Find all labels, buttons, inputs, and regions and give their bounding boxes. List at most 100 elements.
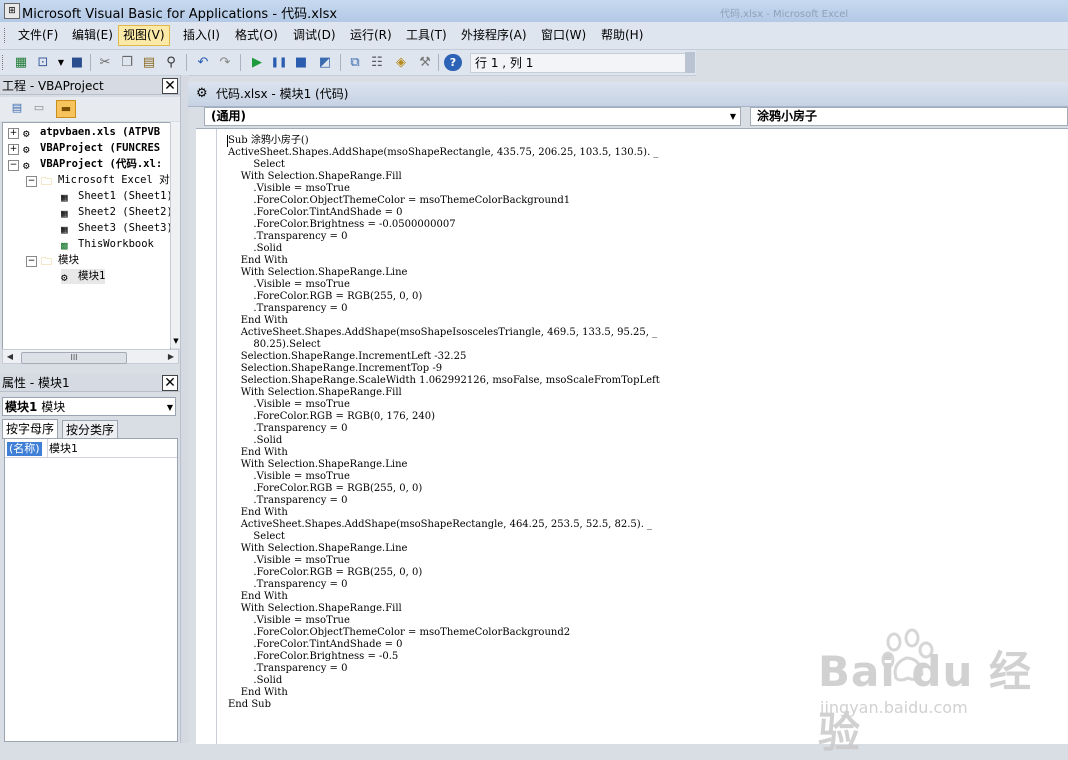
code-line[interactable]: .ForeColor.ObjectThemeColor = msoThemeCo…: [228, 195, 660, 207]
cut-icon[interactable]: ✂: [96, 54, 114, 71]
code-line[interactable]: .ForeColor.RGB = RGB(255, 0, 0): [228, 567, 660, 579]
code-line[interactable]: .Visible = msoTrue: [228, 399, 660, 411]
code-line[interactable]: .Transparency = 0: [228, 495, 660, 507]
code-line[interactable]: With Selection.ShapeRange.Line: [228, 543, 660, 555]
tab-alphabetic[interactable]: 按字母序: [2, 419, 59, 439]
property-value-cell[interactable]: 模块1: [49, 442, 78, 456]
insert-module-icon[interactable]: ⊡: [34, 54, 52, 71]
toolbox-icon[interactable]: ⚒: [416, 54, 434, 71]
code-line[interactable]: End Sub: [228, 699, 660, 711]
menu-addins[interactable]: 外接程序(A): [457, 26, 531, 45]
tree-item-funcres[interactable]: ⚙ VBAProject (FUNCRES: [23, 141, 160, 156]
tree-item-thisworkbook[interactable]: ▩ ThisWorkbook: [61, 237, 154, 252]
code-line[interactable]: End With: [228, 315, 660, 327]
redo-icon[interactable]: ↷: [216, 54, 234, 71]
code-line[interactable]: .ForeColor.Brightness = -0.0500000007: [228, 219, 660, 231]
design-mode-icon[interactable]: ◩: [316, 54, 334, 71]
copy-icon[interactable]: ❐: [118, 54, 136, 71]
menu-format[interactable]: 格式(O): [231, 26, 282, 45]
tree-item-module1[interactable]: ⚙ 模块1: [61, 269, 106, 284]
object-browser-icon[interactable]: ◈: [392, 54, 410, 71]
code-line[interactable]: With Selection.ShapeRange.Line: [228, 267, 660, 279]
code-line[interactable]: With Selection.ShapeRange.Fill: [228, 171, 660, 183]
code-line[interactable]: .Transparency = 0: [228, 579, 660, 591]
code-line[interactable]: .ForeColor.RGB = RGB(255, 0, 0): [228, 483, 660, 495]
code-line[interactable]: Selection.ShapeRange.IncrementTop -9: [228, 363, 660, 375]
menu-grip[interactable]: [4, 28, 8, 43]
scroll-right-icon[interactable]: ▶: [165, 350, 177, 363]
scroll-left-icon[interactable]: ◀: [4, 350, 16, 363]
code-line[interactable]: Selection.ShapeRange.ScaleWidth 1.062992…: [228, 375, 660, 387]
menu-tools[interactable]: 工具(T): [402, 26, 451, 45]
toolbar-overflow[interactable]: [685, 52, 695, 73]
find-icon[interactable]: ⚲: [162, 54, 180, 71]
menu-view[interactable]: 视图(V): [118, 25, 170, 46]
properties-object-select[interactable]: 模块1 模块 ▼: [2, 397, 176, 416]
code-line[interactable]: .ForeColor.TintAndShade = 0: [228, 207, 660, 219]
view-object-icon[interactable]: ▭: [30, 100, 48, 116]
project-tree-hscroll[interactable]: ◀ III ▶: [2, 349, 179, 364]
code-line[interactable]: Select: [228, 159, 660, 171]
scroll-thumb[interactable]: III: [21, 352, 127, 364]
run-icon[interactable]: ▶: [248, 54, 266, 71]
code-line[interactable]: .Transparency = 0: [228, 303, 660, 315]
code-line[interactable]: .Solid: [228, 675, 660, 687]
code-line[interactable]: .Visible = msoTrue: [228, 279, 660, 291]
menu-help[interactable]: 帮助(H): [597, 26, 647, 45]
code-line[interactable]: With Selection.ShapeRange.Line: [228, 459, 660, 471]
code-line[interactable]: .Transparency = 0: [228, 663, 660, 675]
code-line[interactable]: End With: [228, 591, 660, 603]
expand-icon[interactable]: +: [8, 144, 19, 155]
object-combo[interactable]: (通用) ▼: [204, 107, 741, 126]
code-margin[interactable]: [196, 129, 217, 744]
code-line[interactable]: .Solid: [228, 435, 660, 447]
break-icon[interactable]: ❚❚: [270, 54, 288, 71]
code-line[interactable]: .Transparency = 0: [228, 231, 660, 243]
save-icon[interactable]: ■: [68, 54, 86, 71]
toolbar-grip[interactable]: [2, 55, 9, 70]
code-line[interactable]: End With: [228, 687, 660, 699]
code-line[interactable]: .ForeColor.RGB = RGB(255, 0, 0): [228, 291, 660, 303]
view-excel-icon[interactable]: ▦: [12, 54, 30, 71]
view-code-icon[interactable]: ▤: [8, 100, 26, 116]
panel-splitter[interactable]: [180, 75, 189, 743]
code-line[interactable]: End With: [228, 507, 660, 519]
code-line[interactable]: .ForeColor.Brightness = -0.5: [228, 651, 660, 663]
code-line[interactable]: 80.25).Select: [228, 339, 660, 351]
code-line[interactable]: With Selection.ShapeRange.Fill: [228, 387, 660, 399]
paste-icon[interactable]: ▤: [140, 54, 158, 71]
code-line[interactable]: Selection.ShapeRange.IncrementLeft -32.2…: [228, 351, 660, 363]
collapse-icon[interactable]: −: [26, 176, 37, 187]
code-line[interactable]: ActiveSheet.Shapes.AddShape(msoShapeIsos…: [228, 327, 660, 339]
tree-item-atpvbaen[interactable]: ⚙ atpvbaen.xls (ATPVB: [23, 125, 160, 140]
menu-file[interactable]: 文件(F): [14, 26, 62, 45]
menu-window[interactable]: 窗口(W): [537, 26, 590, 45]
close-icon[interactable]: ✕: [162, 375, 178, 391]
vba-app-icon[interactable]: ⊞: [4, 3, 20, 19]
collapse-icon[interactable]: −: [8, 160, 19, 171]
menu-insert[interactable]: 插入(I): [179, 26, 224, 45]
tab-categorized[interactable]: 按分类序: [62, 420, 119, 440]
code-line[interactable]: .Solid: [228, 243, 660, 255]
tree-item-sheet3[interactable]: ▦ Sheet3 (Sheet3): [61, 221, 170, 236]
tree-item-sheet1[interactable]: ▦ Sheet1 (Sheet1): [61, 189, 170, 204]
code-line[interactable]: End With: [228, 447, 660, 459]
tree-item-sheet2[interactable]: ▦ Sheet2 (Sheet2): [61, 205, 170, 220]
code-line[interactable]: Sub 涂鸦小房子(): [228, 135, 660, 147]
tree-item-modules[interactable]: 🗀 模块: [41, 253, 79, 268]
undo-icon[interactable]: ↶: [194, 54, 212, 71]
code-text[interactable]: Sub 涂鸦小房子() ActiveSheet.Shapes.AddShape(m…: [228, 135, 660, 711]
code-line[interactable]: ActiveSheet.Shapes.AddShape(msoShapeRect…: [228, 519, 660, 531]
code-line[interactable]: With Selection.ShapeRange.Fill: [228, 603, 660, 615]
procedure-combo[interactable]: 涂鸦小房子: [750, 107, 1068, 126]
code-line[interactable]: Select: [228, 531, 660, 543]
project-explorer-icon[interactable]: ⧉: [346, 54, 364, 71]
code-line[interactable]: .Visible = msoTrue: [228, 615, 660, 627]
property-name-cell[interactable]: (名称): [7, 442, 42, 456]
expand-icon[interactable]: +: [8, 128, 19, 139]
code-line[interactable]: .ForeColor.RGB = RGB(0, 176, 240): [228, 411, 660, 423]
code-line[interactable]: End With: [228, 255, 660, 267]
tree-item-excel-objects[interactable]: 🗀 Microsoft Excel 对象: [41, 173, 170, 188]
code-line[interactable]: .Visible = msoTrue: [228, 183, 660, 195]
close-icon[interactable]: ✕: [162, 78, 178, 94]
